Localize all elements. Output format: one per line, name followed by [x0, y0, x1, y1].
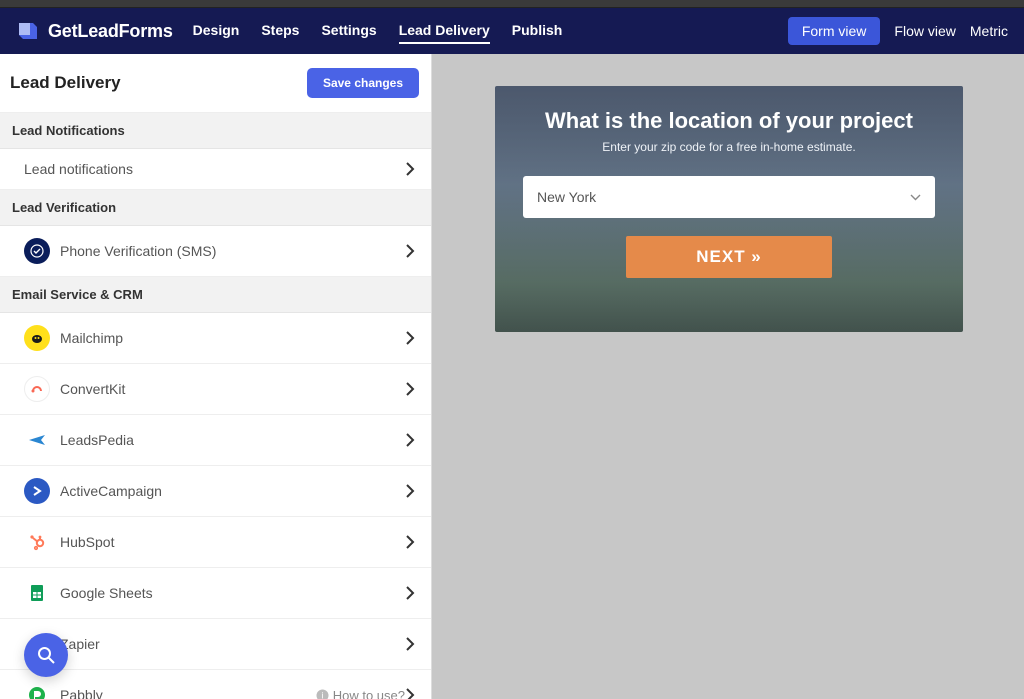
form-question: What is the location of your project	[523, 108, 935, 134]
logo[interactable]: GetLeadForms	[16, 19, 173, 43]
item-hubspot[interactable]: HubSpot	[0, 517, 431, 568]
location-select-value: New York	[537, 189, 596, 205]
mailchimp-icon	[24, 325, 50, 351]
item-leadspedia[interactable]: LeadsPedia	[0, 415, 431, 466]
chevron-right-icon	[405, 586, 415, 600]
item-lead-notifications[interactable]: Lead notifications	[0, 149, 431, 190]
info-icon: i	[316, 689, 329, 699]
item-label: Zapier	[60, 636, 405, 652]
section-lead-notifications: Lead Notifications	[0, 113, 431, 149]
form-view-button[interactable]: Form view	[788, 17, 881, 45]
browser-chrome	[0, 0, 1024, 8]
search-icon	[36, 645, 56, 665]
item-mailchimp[interactable]: Mailchimp	[0, 313, 431, 364]
location-select[interactable]: New York	[523, 176, 935, 218]
item-label: ConvertKit	[60, 381, 405, 397]
brand-name: GetLeadForms	[48, 21, 173, 42]
metrics-link[interactable]: Metric	[970, 23, 1008, 39]
item-label: ActiveCampaign	[60, 483, 405, 499]
form-subtitle: Enter your zip code for a free in-home e…	[523, 140, 935, 154]
chevron-right-icon	[405, 382, 415, 396]
tab-lead-delivery[interactable]: Lead Delivery	[399, 18, 490, 44]
save-button[interactable]: Save changes	[307, 68, 419, 98]
logo-icon	[16, 19, 40, 43]
activecampaign-icon	[24, 478, 50, 504]
svg-text:i: i	[321, 690, 323, 699]
chevron-right-icon	[405, 637, 415, 651]
chevron-right-icon	[405, 331, 415, 345]
hubspot-icon	[24, 529, 50, 555]
form-preview-card: What is the location of your project Ent…	[495, 86, 963, 332]
pabbly-icon	[24, 682, 50, 699]
top-nav: GetLeadForms Design Steps Settings Lead …	[0, 8, 1024, 54]
next-button[interactable]: NEXT »	[626, 236, 832, 278]
item-label: Pabbly	[60, 687, 308, 699]
hint-text: How to use?	[333, 688, 405, 699]
convertkit-icon	[24, 376, 50, 402]
tab-settings[interactable]: Settings	[321, 18, 376, 44]
help-search-fab[interactable]	[24, 633, 68, 677]
chevron-right-icon	[405, 433, 415, 447]
item-label: Google Sheets	[60, 585, 405, 601]
item-activecampaign[interactable]: ActiveCampaign	[0, 466, 431, 517]
item-pabbly[interactable]: Pabbly i How to use?	[0, 670, 431, 699]
page-title: Lead Delivery	[10, 73, 121, 93]
item-label: LeadsPedia	[60, 432, 405, 448]
tab-design[interactable]: Design	[193, 18, 240, 44]
item-phone-verification[interactable]: Phone Verification (SMS)	[0, 226, 431, 277]
preview-pane: What is the location of your project Ent…	[432, 54, 1024, 699]
nav-tabs: Design Steps Settings Lead Delivery Publ…	[193, 18, 563, 44]
chevron-right-icon	[405, 244, 415, 258]
nav-right: Form view Flow view Metric	[788, 17, 1008, 45]
tab-publish[interactable]: Publish	[512, 18, 563, 44]
item-google-sheets[interactable]: Google Sheets	[0, 568, 431, 619]
item-label: HubSpot	[60, 534, 405, 550]
item-convertkit[interactable]: ConvertKit	[0, 364, 431, 415]
section-email-crm: Email Service & CRM	[0, 277, 431, 313]
flow-view-link[interactable]: Flow view	[894, 23, 955, 39]
chevron-right-icon	[405, 688, 415, 699]
sidebar-header: Lead Delivery Save changes	[0, 54, 431, 113]
item-label: Phone Verification (SMS)	[60, 243, 405, 259]
sidebar: Lead Delivery Save changes Lead Notifica…	[0, 54, 432, 699]
tab-steps[interactable]: Steps	[261, 18, 299, 44]
google-sheets-icon	[24, 580, 50, 606]
chevron-right-icon	[405, 484, 415, 498]
item-label: Mailchimp	[60, 330, 405, 346]
chevron-down-icon	[910, 194, 921, 201]
leadspedia-icon	[24, 427, 50, 453]
item-label: Lead notifications	[24, 161, 405, 177]
chevron-right-icon	[405, 535, 415, 549]
how-to-use-hint[interactable]: i How to use?	[316, 688, 405, 699]
section-lead-verification: Lead Verification	[0, 190, 431, 226]
chevron-right-icon	[405, 162, 415, 176]
phone-verify-icon	[24, 238, 50, 264]
